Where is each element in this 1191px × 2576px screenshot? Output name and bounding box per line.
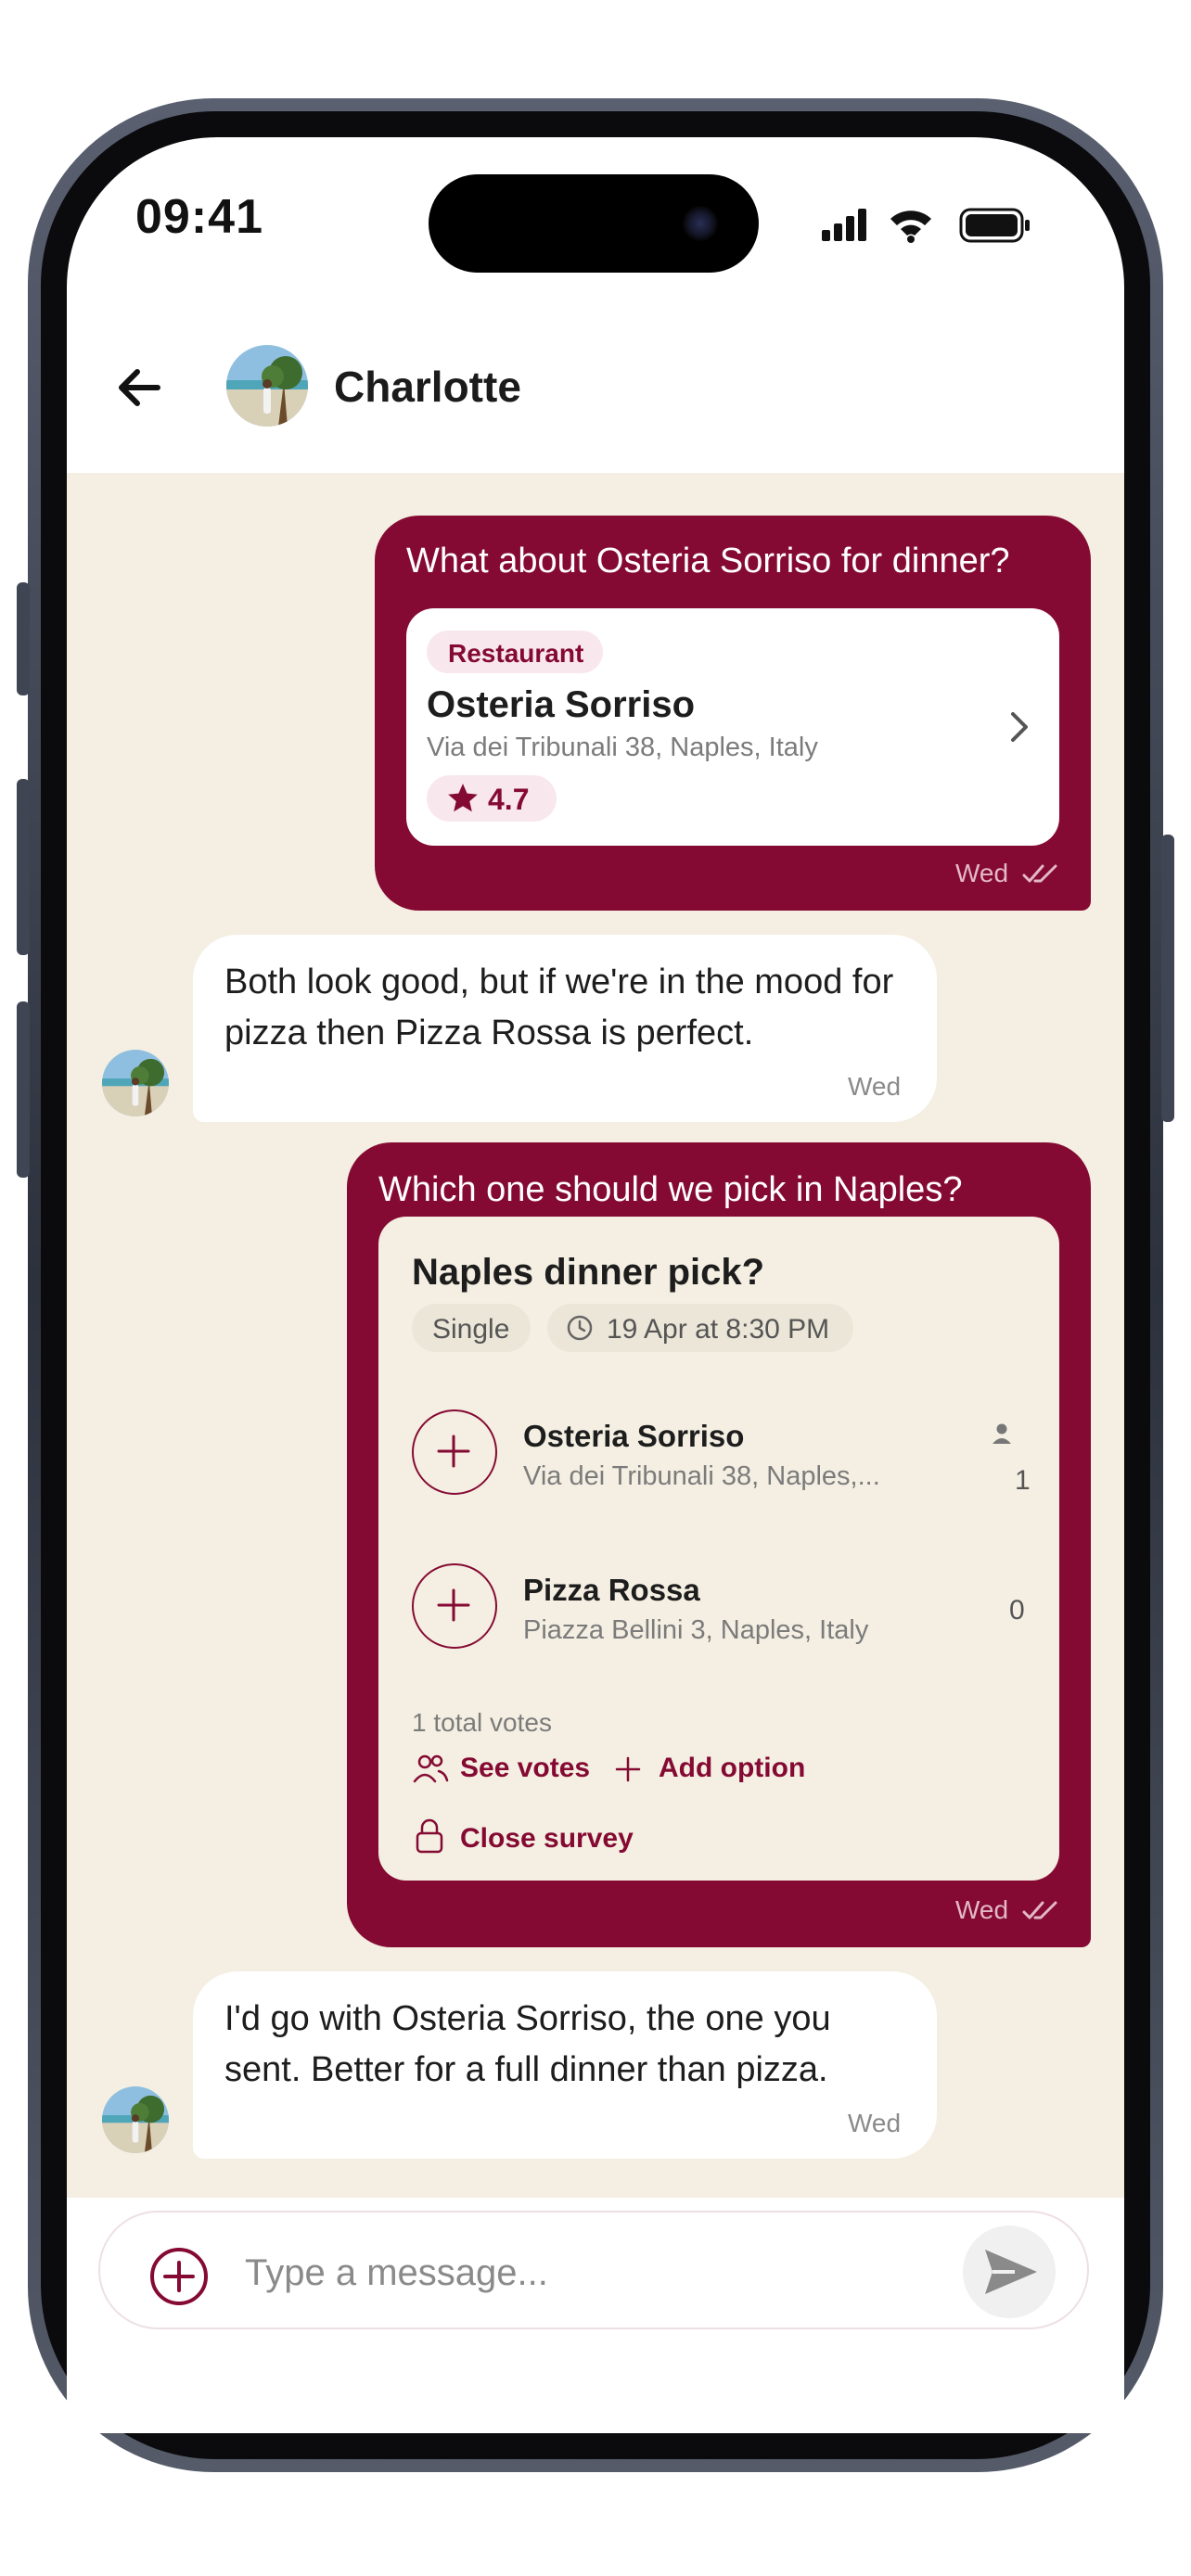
poll-title: Naples dinner pick? <box>412 1252 765 1293</box>
poll-deadline: 19 Apr at 8:30 PM <box>607 1314 830 1345</box>
star-icon <box>448 784 478 812</box>
add-option-button[interactable]: Add option <box>614 1751 805 1788</box>
attach-button[interactable] <box>148 2246 210 2307</box>
avatar[interactable] <box>102 1050 169 1116</box>
option-name: Pizza Rossa <box>523 1573 700 1607</box>
chat-header <box>67 315 1124 473</box>
category-label: Restaurant <box>448 639 584 668</box>
vote-button[interactable] <box>412 1409 497 1495</box>
option-votes: 0 <box>1009 1595 1025 1626</box>
person-icon <box>992 1423 1011 1444</box>
rating-value: 4.7 <box>488 783 530 816</box>
send-button[interactable] <box>963 2225 1056 2318</box>
see-votes-button[interactable]: See votes <box>412 1751 591 1788</box>
avatar[interactable] <box>226 345 308 427</box>
close-survey-button[interactable]: Close survey <box>412 1817 634 1858</box>
message-time: Wed <box>955 859 1009 887</box>
option-address: Piazza Bellini 3, Naples, Italy <box>523 1615 869 1645</box>
contact-name[interactable]: Charlotte <box>334 362 521 412</box>
double-check-icon <box>1022 1901 1057 1919</box>
wifi-icon <box>890 210 931 243</box>
battery-icon <box>959 208 1030 243</box>
vote-button[interactable] <box>412 1563 497 1649</box>
message-text: I'd go with Osteria Sorriso, the one you… <box>224 1999 831 2089</box>
power-button <box>1161 835 1174 1122</box>
back-arrow-icon[interactable] <box>109 357 171 418</box>
category-chip: Restaurant <box>427 631 603 673</box>
signal-icon <box>822 209 866 241</box>
poll-mode: Single <box>432 1314 510 1345</box>
lock-icon <box>416 1818 443 1854</box>
message-time: Wed <box>955 1895 1009 1924</box>
send-icon <box>985 2250 1037 2294</box>
message-text: Which one should we pick in Naples? <box>378 1170 963 1209</box>
message-text: Both look good, but if we're in the mood… <box>224 963 894 1052</box>
message-text: What about Osteria Sorriso for dinner? <box>406 542 1010 580</box>
add-option-label: Add option <box>659 1753 806 1783</box>
volume-down-button <box>17 1001 30 1178</box>
option-name: Osteria Sorriso <box>523 1419 745 1453</box>
front-camera <box>683 206 718 241</box>
clock-icon <box>567 1315 593 1341</box>
plus-icon <box>437 1588 470 1622</box>
message-time: Wed <box>848 1072 902 1101</box>
message-time: Wed <box>848 2109 902 2137</box>
double-check-icon <box>1022 864 1057 883</box>
close-survey-label: Close survey <box>460 1823 634 1854</box>
chevron-right-icon[interactable] <box>1000 708 1037 746</box>
see-votes-label: See votes <box>460 1753 591 1783</box>
option-votes: 1 <box>1015 1465 1031 1496</box>
volume-up-button <box>17 779 30 955</box>
plus-icon <box>437 1435 470 1468</box>
action-button <box>17 582 30 695</box>
avatar[interactable] <box>102 2086 169 2153</box>
place-name: Osteria Sorriso <box>427 684 696 725</box>
place-address: Via dei Tribunali 38, Naples, Italy <box>427 733 818 762</box>
total-votes: 1 total votes <box>412 1708 552 1737</box>
poll-deadline-pill: 19 Apr at 8:30 PM <box>547 1304 853 1352</box>
poll-mode-pill: Single <box>412 1304 531 1352</box>
rating-chip: 4.7 <box>427 775 557 822</box>
message-input[interactable] <box>245 2248 950 2298</box>
status-time: 09:41 <box>135 190 263 244</box>
option-address: Via dei Tribunali 38, Naples,... <box>523 1461 880 1491</box>
people-icon <box>413 1754 449 1783</box>
status-icons <box>822 208 1030 243</box>
plus-icon <box>615 1756 641 1782</box>
